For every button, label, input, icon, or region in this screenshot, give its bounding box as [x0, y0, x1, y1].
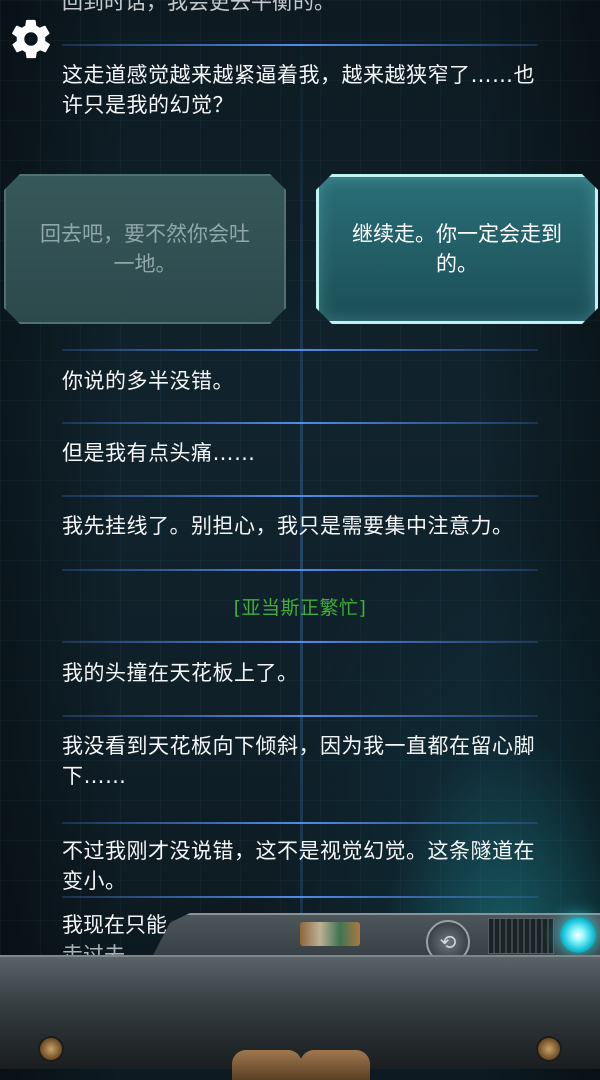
chat-message: 你说的多半没错。: [62, 369, 234, 393]
chat-message: 但是我有点头痛……: [62, 441, 256, 465]
separator: [62, 349, 538, 351]
separator: [62, 641, 538, 643]
screw-icon: [38, 1036, 64, 1062]
device-button-right[interactable]: [300, 1050, 370, 1080]
separator: [62, 422, 538, 424]
choice-keep-going-button[interactable]: 继续走。你一定会走到的。: [316, 174, 598, 324]
chat-message: 不过我刚才没说错，这不是视觉幻觉。这条隧道在变小。: [62, 839, 535, 893]
device-panel: [0, 955, 600, 1069]
choice-label: 回去吧，要不然你会吐一地。: [40, 222, 250, 276]
separator: [62, 822, 538, 824]
status-led-icon: [560, 917, 596, 953]
gear-icon[interactable]: [8, 16, 54, 62]
chat-message: 我没看到天花板向下倾斜，因为我一直都在留心脚下……: [62, 734, 535, 788]
separator: [62, 44, 538, 46]
separator: [62, 715, 538, 717]
system-status-text: [亚当斯正繁忙]: [233, 597, 367, 619]
screw-icon: [536, 1036, 562, 1062]
separator: [62, 896, 538, 898]
device-sticker: [300, 922, 360, 946]
separator: [62, 495, 538, 497]
chat-message: 我先挂线了。别担心，我只是需要集中注意力。: [62, 514, 514, 538]
device-button-left[interactable]: [232, 1050, 302, 1080]
choice-go-back-button[interactable]: 回去吧，要不然你会吐一地。: [4, 174, 286, 324]
intro-message: 这走道感觉越来越紧逼着我，越来越狭窄了……也许只是我的幻觉？: [62, 63, 535, 117]
choice-label: 继续走。你一定会走到的。: [352, 222, 562, 276]
previous-message-partial: 回到时话，我会更去平衡的。: [62, 0, 335, 14]
chat-message: 我的头撞在天花板上了。: [62, 661, 299, 685]
device-vent: [488, 918, 554, 954]
separator: [62, 569, 538, 571]
